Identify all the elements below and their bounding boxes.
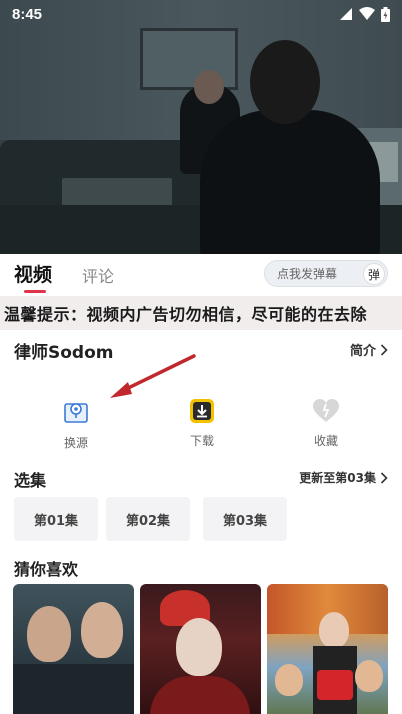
- download-button[interactable]: 下载: [172, 398, 232, 449]
- video-frame-person: [200, 40, 380, 254]
- poster-face: [27, 606, 71, 662]
- source-icon: [64, 403, 88, 423]
- danmaku-placeholder: 点我发弹幕: [277, 267, 338, 281]
- recommend-poster[interactable]: [267, 584, 388, 714]
- change-source-button[interactable]: 换源: [46, 398, 106, 451]
- video-frame-window: [140, 28, 238, 90]
- poster-face: [176, 618, 222, 676]
- poster-face: [275, 664, 303, 696]
- recommend-heading: 猜你喜欢: [14, 560, 79, 579]
- favorite-label: 收藏: [313, 434, 338, 448]
- episode-chip[interactable]: 第03集: [203, 497, 287, 541]
- danmaku-toggle-button[interactable]: 弹: [363, 263, 385, 285]
- warning-notice: 温馨提示：视频内广告切勿相信，尽可能的在去除: [0, 296, 402, 330]
- favorite-button[interactable]: 收藏: [296, 398, 356, 449]
- tab-active-indicator: [24, 290, 46, 293]
- recommend-poster[interactable]: [140, 584, 261, 714]
- download-icon: [190, 399, 214, 423]
- intro-button[interactable]: 简介: [350, 340, 388, 359]
- battery-icon: [381, 6, 390, 22]
- video-player[interactable]: [0, 0, 402, 254]
- poster-suit: [13, 664, 134, 714]
- episodes-update-label: 更新至第03集: [299, 471, 376, 485]
- video-title: 律师Sodom: [14, 343, 114, 363]
- poster-face: [355, 660, 383, 692]
- signal-icon: [340, 8, 352, 20]
- tab-video[interactable]: 视频: [14, 260, 52, 287]
- chevron-right-icon: [380, 471, 388, 484]
- status-time: 8:45: [12, 5, 43, 23]
- status-bar: 8:45: [0, 0, 402, 28]
- wifi-icon: [359, 7, 375, 20]
- episodes-update-link[interactable]: 更新至第03集: [299, 469, 388, 486]
- poster-face: [319, 612, 349, 648]
- annotation-arrow: [110, 354, 196, 398]
- poster-face: [81, 602, 123, 658]
- chevron-right-icon: [380, 343, 388, 356]
- recommend-poster[interactable]: [13, 584, 134, 714]
- episode-chip[interactable]: 第02集: [106, 497, 190, 541]
- episode-chip[interactable]: 第01集: [14, 497, 98, 541]
- download-label: 下载: [189, 434, 214, 448]
- intro-label: 简介: [349, 344, 376, 359]
- tab-comment[interactable]: 评论: [82, 263, 114, 287]
- detail-tabs: 视频 评论 点我发弹幕 弹: [0, 254, 402, 294]
- poster-logo: [317, 670, 353, 700]
- danmaku-input[interactable]: 点我发弹幕 弹: [264, 260, 388, 287]
- status-icons: [339, 6, 390, 22]
- favorite-icon: [313, 399, 339, 422]
- poster-dress: [150, 676, 250, 714]
- change-source-label: 换源: [63, 436, 88, 450]
- episodes-heading: 选集: [14, 471, 47, 490]
